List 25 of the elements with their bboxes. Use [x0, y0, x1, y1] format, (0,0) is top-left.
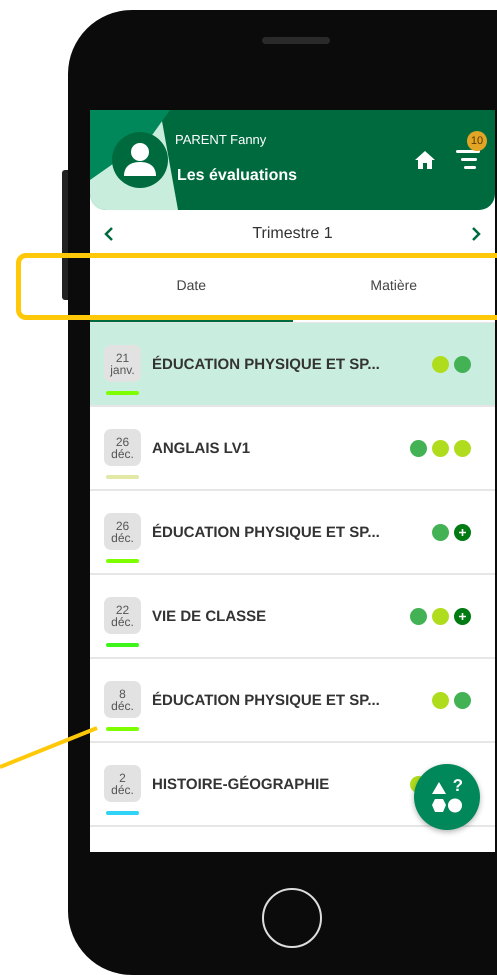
subject-name: ÉDUCATION PHYSIQUE ET SP... [152, 692, 380, 708]
home-key[interactable] [262, 888, 322, 948]
subject-name: VIE DE CLASSE [152, 608, 266, 624]
notification-badge: 10 [467, 131, 487, 151]
period-label: Trimestre 1 [252, 225, 333, 243]
subject-name: ÉDUCATION PHYSIQUE ET SP... [152, 356, 380, 372]
avatar-icon [112, 132, 168, 188]
subject-name: ÉDUCATION PHYSIQUE ET SP... [152, 524, 380, 540]
subject-name: ANGLAIS LV1 [152, 440, 250, 456]
next-button[interactable] [471, 227, 481, 241]
date-badge: 22 déc. [104, 597, 141, 634]
shapes-icon [431, 781, 463, 813]
date-badge: 26 déc. [104, 429, 141, 466]
user-name: PARENT Fanny [175, 132, 268, 146]
date-badge: 26 déc. [104, 513, 141, 550]
date-badge: 2 déc. [104, 765, 141, 802]
evaluation-row[interactable]: 21 janv. ÉDUCATION PHYSIQUE ET SP... [90, 323, 495, 407]
page-title: Les évaluations [177, 166, 298, 184]
speaker-grille [262, 37, 330, 44]
date-badge: 8 déc. [104, 681, 141, 718]
home-icon[interactable] [415, 151, 435, 169]
side-button[interactable] [62, 170, 68, 300]
subject-name: HISTOIRE-GÉOGRAPHIE [152, 776, 330, 792]
previous-button[interactable] [104, 227, 114, 241]
date-badge: 21 janv. [104, 345, 141, 382]
